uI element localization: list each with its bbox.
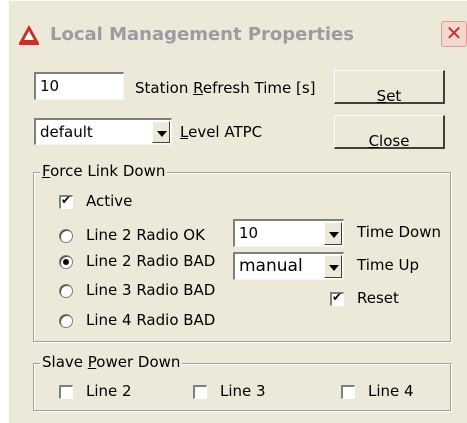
level-atpc-label: Level ATPC: [180, 123, 263, 141]
set-button[interactable]: Set: [334, 70, 445, 105]
window-title: Local Management Properties: [50, 24, 354, 45]
slave-line3-checkbox[interactable]: [193, 385, 207, 399]
time-down-label: Time Down: [357, 223, 441, 241]
chevron-down-icon[interactable]: [324, 255, 342, 278]
slave-line2-checkbox[interactable]: [59, 385, 73, 399]
time-down-value: 10: [239, 224, 259, 242]
slave-line2-label: Line 2: [86, 382, 132, 400]
radio-line2-radio-ok[interactable]: [59, 229, 73, 243]
radio-line4-radio-bad-label: Line 4 Radio BAD: [86, 311, 216, 329]
refresh-time-input[interactable]: 10: [34, 72, 124, 100]
chevron-down-icon[interactable]: [152, 121, 170, 143]
slave-line4-label: Line 4: [368, 382, 414, 400]
refresh-time-label: Station Refresh Time [s]: [135, 79, 316, 97]
radio-line3-radio-bad-label: Line 3 Radio BAD: [86, 281, 216, 299]
active-label: Active: [86, 192, 133, 210]
radio-line2-radio-bad[interactable]: [59, 255, 73, 269]
time-up-select[interactable]: manual: [233, 252, 344, 280]
chevron-down-icon[interactable]: [324, 222, 342, 245]
level-atpc-select[interactable]: default: [34, 118, 172, 145]
radio-line2-radio-bad-label: Line 2 Radio BAD: [86, 252, 216, 270]
level-atpc-value: default: [40, 123, 93, 141]
refresh-time-value: 10: [40, 77, 60, 95]
radio-line3-radio-bad[interactable]: [59, 284, 73, 298]
app-logo-icon: [18, 24, 40, 46]
title-bar[interactable]: Local Management Properties ✕: [8, 2, 467, 60]
close-button[interactable]: Close: [334, 115, 445, 150]
slave-line4-checkbox[interactable]: [341, 385, 355, 399]
reset-checkbox[interactable]: [330, 290, 344, 306]
reset-label: Reset: [357, 289, 399, 307]
slave-power-down-legend: Slave Power Down: [40, 353, 183, 371]
radio-line4-radio-bad[interactable]: [59, 314, 73, 328]
force-link-down-legend: Force Link Down: [40, 162, 168, 180]
active-checkbox[interactable]: [59, 193, 73, 209]
close-window-icon[interactable]: ✕: [441, 21, 467, 47]
slave-line3-label: Line 3: [220, 382, 266, 400]
radio-line2-radio-ok-label: Line 2 Radio OK: [86, 226, 205, 244]
time-down-select[interactable]: 10: [233, 219, 344, 247]
time-up-value: manual: [239, 256, 303, 276]
time-up-label: Time Up: [357, 256, 419, 274]
